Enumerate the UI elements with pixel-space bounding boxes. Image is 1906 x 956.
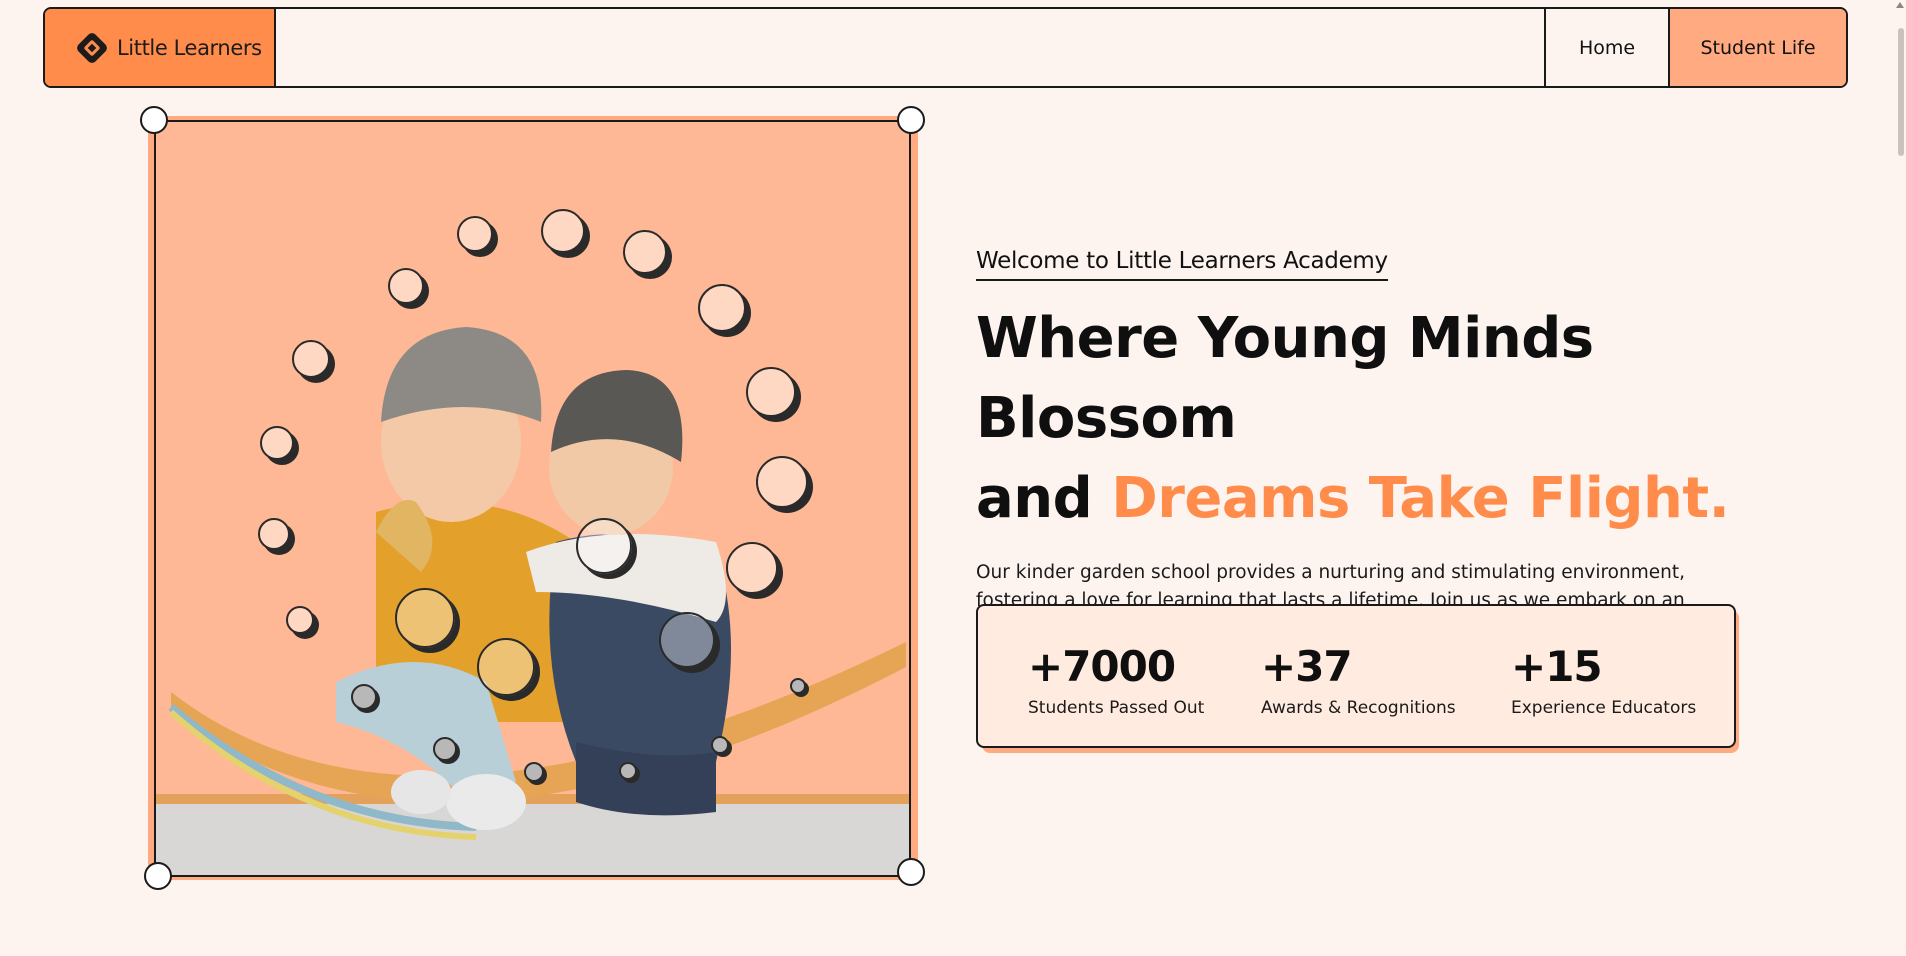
stat-awards: +37 Awards & Recognitions	[1261, 642, 1456, 718]
hero-text: Welcome to Little Learners Academy Where…	[976, 248, 1746, 643]
decorative-bubble	[477, 638, 535, 696]
stat-label: Awards & Recognitions	[1261, 698, 1456, 718]
decorative-bubble	[726, 542, 778, 594]
decorative-bubble	[260, 426, 294, 460]
headline-line-1: Where Young Minds Blossom	[976, 306, 1594, 451]
decorative-bubble	[395, 588, 455, 648]
stat-educators: +15 Experience Educators	[1511, 642, 1696, 718]
hero-headline: Where Young Minds Blossom and Dreams Tak…	[976, 299, 1746, 539]
decorative-bubble	[286, 606, 314, 634]
decorative-bubble	[746, 367, 796, 417]
stat-label: Experience Educators	[1511, 698, 1697, 718]
hero-image-frame	[140, 106, 925, 890]
decorative-bubble	[541, 209, 585, 253]
diamond-logo-icon	[75, 31, 109, 65]
hero-image	[154, 120, 911, 877]
scroll-up-arrow-icon[interactable]	[1896, 2, 1904, 8]
decorative-bubble	[711, 736, 729, 754]
decorative-bubble	[623, 230, 667, 274]
decorative-bubble	[351, 684, 377, 710]
stat-value: +7000	[1028, 642, 1176, 691]
resize-handle-top-right[interactable]	[897, 106, 925, 134]
stat-label: Students Passed Out	[1028, 698, 1205, 718]
decorative-bubble	[524, 762, 544, 782]
decorative-bubble	[292, 340, 330, 378]
page-scrollbar[interactable]	[1894, 0, 1906, 956]
scrollbar-thumb[interactable]	[1898, 28, 1904, 156]
welcome-eyebrow: Welcome to Little Learners Academy	[976, 248, 1388, 281]
stat-students: +7000 Students Passed Out	[1028, 642, 1204, 718]
nav-home-link[interactable]: Home	[1544, 9, 1668, 86]
decorative-bubble	[790, 678, 806, 694]
headline-and: and	[976, 466, 1112, 531]
resize-handle-bottom-right[interactable]	[897, 858, 925, 886]
decorative-bubble	[756, 456, 808, 508]
headline-accent: Dreams Take Flight.	[1111, 466, 1730, 531]
nav-student-life-link[interactable]: Student Life	[1668, 9, 1846, 86]
resize-handle-bottom-left[interactable]	[144, 862, 172, 890]
decorative-bubble	[457, 216, 493, 252]
stat-value: +15	[1511, 642, 1603, 691]
brand[interactable]: Little Learners	[45, 9, 276, 86]
decorative-bubble	[619, 762, 637, 780]
resize-handle-top-left[interactable]	[140, 106, 168, 134]
brand-name: Little Learners	[117, 35, 262, 60]
decorative-bubble	[258, 518, 290, 550]
decorative-bubble	[659, 612, 715, 668]
decorative-bubble	[698, 284, 746, 332]
decorative-bubble	[388, 268, 424, 304]
decorative-bubble	[433, 737, 457, 761]
top-navbar: Little Learners Home Student Life	[43, 7, 1848, 88]
stats-card: +7000 Students Passed Out +37 Awards & R…	[976, 604, 1736, 748]
stat-value: +37	[1261, 642, 1353, 691]
decorative-bubble	[576, 518, 632, 574]
